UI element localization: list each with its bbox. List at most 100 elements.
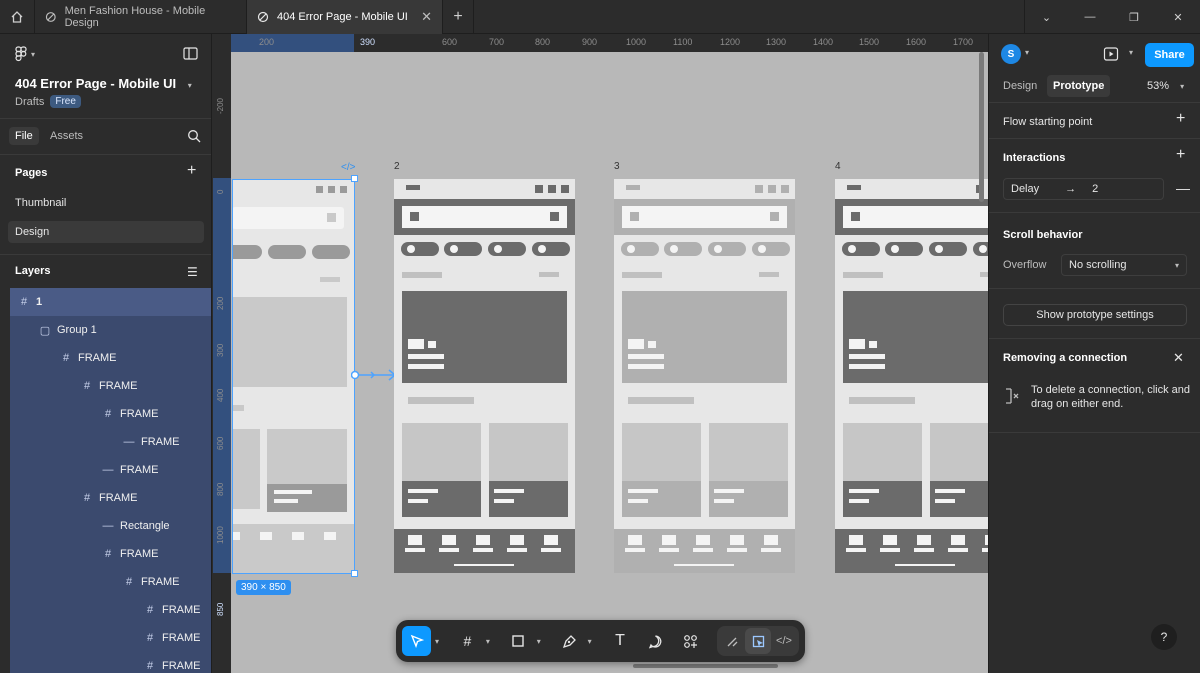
layer-item[interactable]: # FRAME <box>10 540 211 568</box>
show-prototype-settings-button[interactable]: Show prototype settings <box>1003 304 1187 326</box>
overflow-select[interactable]: No scrolling ▾ <box>1061 254 1187 276</box>
tab-404-error[interactable]: 404 Error Page - Mobile UI ✕ <box>246 0 442 34</box>
frame-4[interactable] <box>835 179 988 573</box>
tab-list-button[interactable]: ⌄ <box>1024 0 1068 34</box>
minimize-button[interactable]: — <box>1068 0 1112 34</box>
restore-icon: ❐ <box>1129 11 1139 24</box>
layer-item[interactable]: # FRAME <box>10 344 211 372</box>
layer-label: FRAME <box>99 380 138 392</box>
interaction-row[interactable]: Delay → 2 <box>1003 178 1164 200</box>
layer-item[interactable]: # FRAME <box>10 596 211 624</box>
new-tab-button[interactable]: + <box>442 0 474 34</box>
close-tab-icon[interactable]: ✕ <box>421 9 432 25</box>
toggle-sidebar-button[interactable] <box>183 47 198 63</box>
home-button[interactable] <box>0 0 34 34</box>
pages-header: Pages <box>15 167 48 179</box>
chevron-down-icon[interactable]: ▾ <box>584 637 596 646</box>
drafts-label[interactable]: Drafts <box>15 96 44 108</box>
nav-label-placeholder <box>693 548 713 552</box>
avatar[interactable]: S <box>1001 44 1021 64</box>
ruler-tick: -200 <box>216 97 225 114</box>
chevron-down-icon[interactable]: ▾ <box>431 637 443 646</box>
main-menu-button[interactable]: ▾ <box>15 46 35 62</box>
help-button[interactable]: ? <box>1151 624 1177 650</box>
pen-tool-button[interactable] <box>555 626 584 656</box>
draw-mode-button[interactable] <box>719 628 745 654</box>
comment-tool-button[interactable] <box>641 626 670 656</box>
shape-tool-button[interactable] <box>504 626 533 656</box>
tab-file[interactable]: File <box>9 127 39 145</box>
tab-assets[interactable]: Assets <box>44 127 89 145</box>
dismiss-tip-button[interactable]: ✕ <box>1173 350 1184 366</box>
layer-item[interactable]: #1 <box>10 288 211 316</box>
wireframe-block <box>402 206 567 228</box>
page-item-design[interactable]: Design <box>8 221 204 243</box>
wireframe-block <box>489 423 568 481</box>
add-interaction-button[interactable]: + <box>1176 146 1185 164</box>
text-tool-button[interactable]: T <box>605 626 634 656</box>
plus-icon: + <box>453 8 463 25</box>
chevron-down-icon[interactable]: ▾ <box>482 637 494 646</box>
scroll-behavior-header: Scroll behavior <box>1003 229 1083 241</box>
layers-options-button[interactable]: ☰ <box>187 265 198 279</box>
tab-men-fashion[interactable]: Men Fashion House - Mobile Design <box>34 0 246 34</box>
layer-item[interactable]: # FRAME <box>10 568 211 596</box>
resize-handle[interactable] <box>351 570 358 577</box>
actions-tool-button[interactable] <box>676 626 705 656</box>
divider <box>0 154 211 155</box>
layer-item[interactable]: — FRAME <box>10 456 211 484</box>
tab-prototype[interactable]: Prototype <box>1047 75 1111 97</box>
page-item-thumbnail[interactable]: Thumbnail <box>8 192 204 214</box>
frame-2[interactable] <box>394 179 575 573</box>
design-mode-button[interactable] <box>745 628 771 654</box>
add-flow-button[interactable]: + <box>1176 110 1185 128</box>
frame-1[interactable] <box>232 179 354 573</box>
horizontal-scrollbar[interactable] <box>633 664 778 668</box>
present-button[interactable] <box>1103 46 1119 65</box>
disconnect-icon <box>1006 388 1019 404</box>
layer-item[interactable]: — FRAME <box>10 428 211 456</box>
chevron-down-icon[interactable]: ▾ <box>1025 48 1029 57</box>
project-title[interactable]: 404 Error Page - Mobile UI ▾ <box>15 76 192 91</box>
wireframe-block <box>930 423 988 481</box>
nav-label-placeholder <box>914 548 934 552</box>
tab-design[interactable]: Design <box>1003 80 1037 92</box>
canvas[interactable]: 200 390 600 700 800 900 1000 1100 1200 1… <box>213 34 988 673</box>
wireframe-block <box>402 423 481 481</box>
layer-item[interactable]: # FRAME <box>10 372 211 400</box>
search-layers-button[interactable] <box>187 129 201 146</box>
layer-item[interactable]: # FRAME <box>10 484 211 512</box>
interaction-target: 2 <box>1092 183 1099 195</box>
zoom-level[interactable]: 53% ▾ <box>1147 80 1184 92</box>
layer-label: FRAME <box>162 632 201 644</box>
line-icon: — <box>123 436 135 448</box>
frame-icon: # <box>125 576 133 588</box>
layer-item[interactable]: — Rectangle <box>10 512 211 540</box>
chevron-down-icon[interactable]: ▾ <box>533 637 545 646</box>
ruler-tick: 1100 <box>673 37 693 47</box>
interaction-trigger: Delay <box>1011 183 1040 195</box>
add-page-button[interactable]: + <box>187 162 196 180</box>
share-button[interactable]: Share <box>1145 43 1194 67</box>
wireframe-text <box>408 489 438 493</box>
wireframe-block <box>755 185 763 193</box>
maximize-button[interactable]: ❐ <box>1112 0 1156 34</box>
frame-3[interactable] <box>614 179 795 573</box>
frame-tool-button[interactable]: # <box>453 626 482 656</box>
layer-item[interactable]: ▢ Group 1 <box>10 316 211 344</box>
wireframe-block <box>402 291 567 383</box>
resize-handle[interactable] <box>351 175 358 182</box>
dev-mode-button[interactable]: </> <box>771 628 797 654</box>
ruler-tick: 200 <box>259 37 275 47</box>
vertical-scrollbar[interactable] <box>979 52 984 202</box>
close-window-button[interactable]: ✕ <box>1156 0 1200 34</box>
layer-item[interactable]: # FRAME <box>10 652 211 673</box>
wireframe-block <box>849 397 915 404</box>
nav-icon-placeholder <box>883 535 897 545</box>
remove-interaction-button[interactable]: — <box>1176 180 1190 196</box>
layer-item[interactable]: # FRAME <box>10 624 211 652</box>
chevron-down-icon[interactable]: ▾ <box>1129 48 1133 57</box>
layer-item[interactable]: # FRAME <box>10 400 211 428</box>
move-tool-button[interactable] <box>402 626 432 656</box>
frame-icon: # <box>146 604 154 616</box>
